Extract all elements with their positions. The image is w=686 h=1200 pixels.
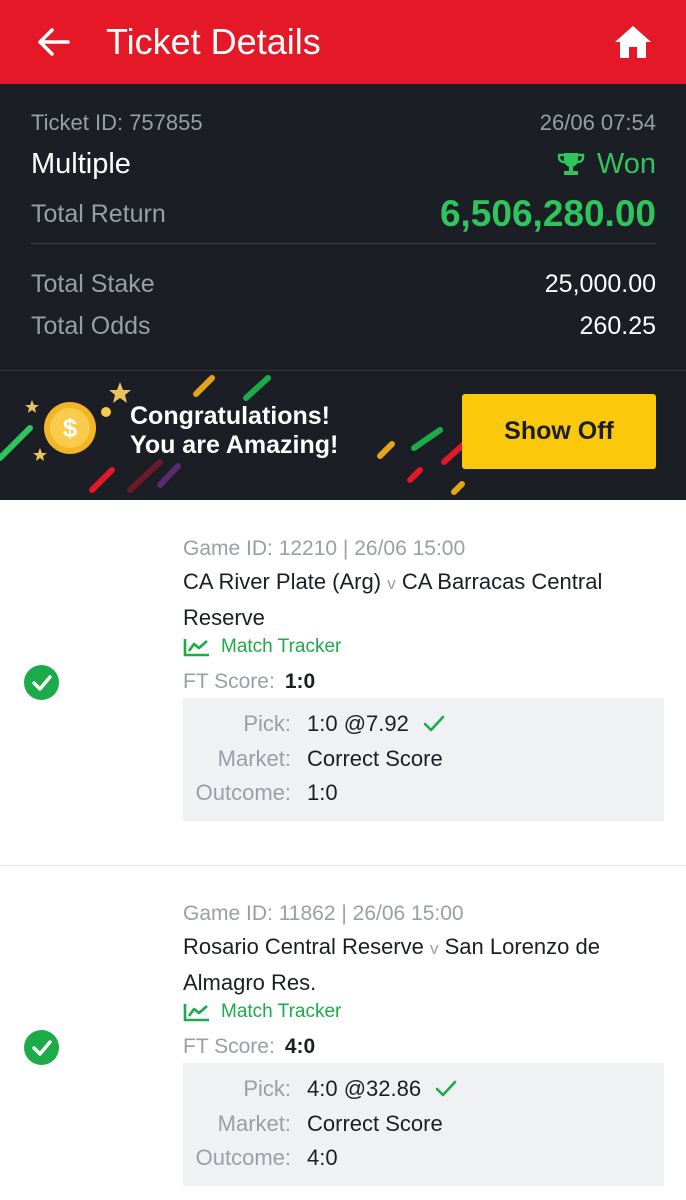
total-stake-label: Total Stake <box>31 269 155 298</box>
market-value: Correct Score <box>307 1111 443 1136</box>
outcome-label: Outcome: <box>195 1145 291 1170</box>
ft-score: FT Score: 4:0 <box>183 1035 315 1059</box>
outcome-value: 1:0 <box>307 780 338 805</box>
status-text: Won <box>596 147 656 180</box>
ft-score-value: 1:0 <box>284 670 316 693</box>
pick-value: 1:0 @7.92 <box>307 711 409 736</box>
ticket-id: Ticket ID: 757855 <box>31 110 203 135</box>
status-badge: Won <box>557 148 656 181</box>
check-icon <box>423 715 445 732</box>
total-odds-label: Total Odds <box>31 311 151 340</box>
page-title: Ticket Details <box>106 21 321 62</box>
market-label: Market: <box>217 1111 291 1136</box>
match-teams: CA River Plate (Arg) v CA Barracas Centr… <box>183 565 653 635</box>
arrow-left-icon <box>38 28 70 56</box>
selection-card: Game ID: 11862 | 26/06 15:00 Rosario Cen… <box>0 866 686 1200</box>
selection-detail: Pick: 4:0 @32.86 Market: Correct Score O… <box>183 1063 664 1186</box>
pick-value: 4:0 @32.86 <box>307 1076 422 1101</box>
total-stake-value: 25,000.00 <box>544 269 656 298</box>
trophy-icon <box>557 153 585 175</box>
ft-score-value: 4:0 <box>284 1035 316 1058</box>
selection-detail: Pick: 1:0 @7.92 Market: Correct Score Ou… <box>183 698 664 821</box>
ticket-summary: Ticket ID: 757855 26/06 07:54 Multiple W… <box>0 84 686 370</box>
total-return-label: Total Return <box>31 199 166 228</box>
top-app-bar: Ticket Details <box>0 0 686 84</box>
vs-separator: v <box>387 574 396 593</box>
show-off-button[interactable]: Show Off <box>462 394 656 469</box>
won-check-icon <box>24 1030 59 1065</box>
pick-label: Pick: <box>243 1076 291 1101</box>
outcome-value: 4:0 <box>307 1145 338 1170</box>
congrats-text: Congratulations! You are Amazing! <box>130 402 338 460</box>
congrats-banner: $ Congratulations! You are Amazing! Show… <box>0 370 686 500</box>
home-team: CA River Plate (Arg) <box>183 569 382 594</box>
congrats-line-1: Congratulations! <box>130 402 330 430</box>
vs-separator: v <box>430 939 439 958</box>
congrats-line-2: You are Amazing! <box>130 431 339 459</box>
home-icon <box>615 26 651 58</box>
market-label: Market: <box>217 746 291 771</box>
ft-score-label: FT Score: <box>183 1035 275 1058</box>
check-icon <box>435 1080 457 1097</box>
pick-label: Pick: <box>243 711 291 736</box>
selection-card: Game ID: 12210 | 26/06 15:00 CA River Pl… <box>0 500 686 865</box>
match-tracker-link[interactable]: Match Tracker <box>183 636 341 658</box>
line-chart-icon <box>183 639 209 657</box>
match-tracker-label: Match Tracker <box>221 1001 342 1022</box>
ft-score-label: FT Score: <box>183 670 275 693</box>
match-teams: Rosario Central Reserve v San Lorenzo de… <box>183 930 653 1000</box>
match-tracker-link[interactable]: Match Tracker <box>183 1001 341 1023</box>
home-team: Rosario Central Reserve <box>183 934 424 959</box>
svg-text:$: $ <box>63 413 78 443</box>
total-odds-value: 260.25 <box>579 311 656 340</box>
back-button[interactable] <box>34 22 74 62</box>
game-id: Game ID: 11862 | 26/06 15:00 <box>183 902 464 925</box>
market-value: Correct Score <box>307 746 443 771</box>
total-return-value: 6,506,280.00 <box>439 193 656 234</box>
game-id: Game ID: 12210 | 26/06 15:00 <box>183 537 466 560</box>
match-tracker-label: Match Tracker <box>221 636 342 657</box>
ft-score: FT Score: 1:0 <box>183 670 315 694</box>
bet-type: Multiple <box>31 147 131 180</box>
home-button[interactable] <box>610 22 656 62</box>
line-chart-icon <box>183 1004 209 1022</box>
won-check-icon <box>24 665 59 700</box>
divider <box>31 243 656 244</box>
ticket-datetime: 26/06 07:54 <box>539 110 656 135</box>
outcome-label: Outcome: <box>195 780 291 805</box>
